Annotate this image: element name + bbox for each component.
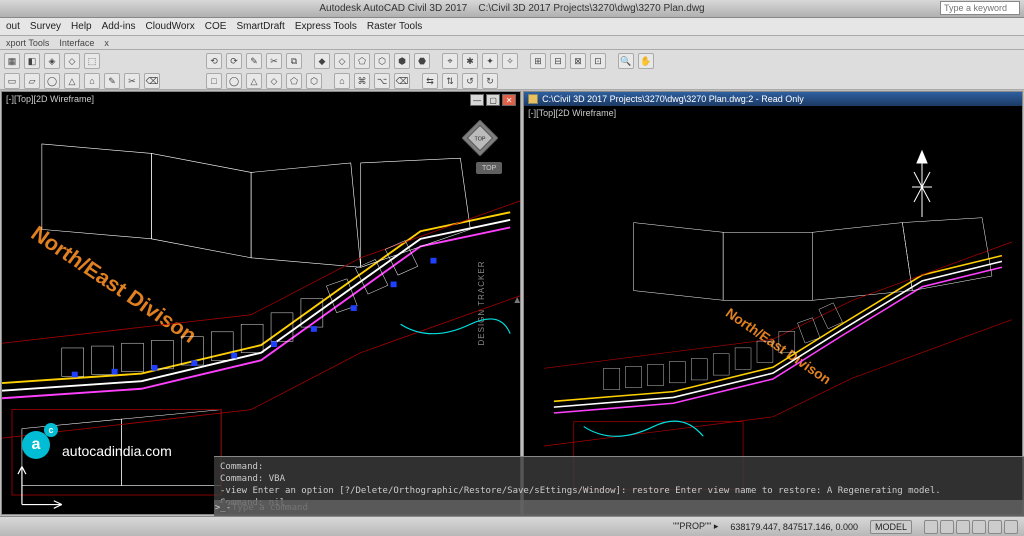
tool-row1-icon[interactable]: ⧉ — [286, 53, 302, 69]
close-button[interactable]: ✕ — [502, 94, 516, 106]
maximize-button[interactable]: ▢ — [486, 94, 500, 106]
tool-generic-b5-icon[interactable]: ⌂ — [84, 73, 100, 89]
tool-row2-icon[interactable]: ⇆ — [422, 73, 438, 89]
tool-generic-a3-icon[interactable]: ◈ — [44, 53, 60, 69]
tool-row2-icon[interactable]: ⌘ — [354, 73, 370, 89]
menu-help[interactable]: Help — [71, 21, 92, 32]
tool-row1-icon[interactable]: ✂ — [266, 53, 282, 69]
tool-row2-icon[interactable]: ↻ — [482, 73, 498, 89]
dwg-file-icon — [528, 94, 538, 104]
status-toggle-icon[interactable] — [940, 520, 954, 534]
status-coordinates: 638179.447, 847517.146, 0.000 — [730, 522, 858, 532]
command-history-line: -view Enter an option [?/Delete/Orthogra… — [220, 485, 1018, 497]
svg-text:North/East Divison: North/East Divison — [27, 221, 202, 347]
tool-row1-icon[interactable]: ◆ — [314, 53, 330, 69]
tool-row2-icon[interactable]: ⬠ — [286, 73, 302, 89]
workspace: — ▢ ✕ [-][Top][2D Wireframe] TOP TOP DES… — [0, 90, 1024, 516]
tool-pan-icon[interactable]: ✋ — [638, 53, 654, 69]
menu-bar: out Survey Help Add-ins CloudWorx COE Sm… — [0, 18, 1024, 36]
subtab-export[interactable]: xport Tools — [6, 38, 49, 48]
tool-row1-icon[interactable]: ⬢ — [394, 53, 410, 69]
menu-out[interactable]: out — [6, 21, 20, 32]
viewport-right[interactable]: C:\Civil 3D 2017 Projects\3270\dwg\3270 … — [523, 91, 1023, 515]
status-prefix: ""PROP"" ▸ — [673, 521, 718, 532]
tool-row2-icon[interactable]: ⌂ — [334, 73, 350, 89]
minimize-button[interactable]: — — [470, 94, 484, 106]
tool-row2-icon[interactable]: ⌫ — [394, 73, 410, 89]
command-input[interactable] — [232, 503, 1020, 513]
tool-generic-b1-icon[interactable]: ▭ — [4, 73, 20, 89]
tool-generic-a2-icon[interactable]: ◧ — [24, 53, 40, 69]
command-history-line: Command: VBA — [220, 473, 1018, 485]
tool-row1-icon[interactable]: ⊡ — [590, 53, 606, 69]
status-toggle-icon[interactable] — [956, 520, 970, 534]
tool-row1-icon[interactable]: ⟳ — [226, 53, 242, 69]
status-bar: ""PROP"" ▸ 638179.447, 847517.146, 0.000… — [0, 516, 1024, 536]
tool-row1-icon[interactable]: ⊞ — [530, 53, 546, 69]
watermark-text: autocadindia.com — [62, 443, 172, 459]
tool-generic-a1-icon[interactable]: ▦ — [4, 53, 20, 69]
tool-generic-a5-icon[interactable]: ⬚ — [84, 53, 100, 69]
menu-cloudworx[interactable]: CloudWorx — [146, 21, 195, 32]
tool-row1-icon[interactable]: ✦ — [482, 53, 498, 69]
sub-tab-bar: xport Tools Interface x — [0, 36, 1024, 50]
tool-row2-icon[interactable]: △ — [246, 73, 262, 89]
tool-row2-icon[interactable]: □ — [206, 73, 222, 89]
tool-row1-icon[interactable]: ⟲ — [206, 53, 222, 69]
tool-generic-b6-icon[interactable]: ✎ — [104, 73, 120, 89]
toolbar-area: ▦ ◧ ◈ ◇ ⬚ ▭ ▱ ◯ △ ⌂ ✎ ✂ ⌫ ⟲ ⟳ ✎ ✂ ⧉ ◆ ◇ … — [0, 50, 1024, 90]
tool-row1-icon[interactable]: ⬡ — [374, 53, 390, 69]
tool-generic-b3-icon[interactable]: ◯ — [44, 73, 60, 89]
tool-row2-icon[interactable]: ⬡ — [306, 73, 322, 89]
menu-survey[interactable]: Survey — [30, 21, 61, 32]
menu-addins[interactable]: Add-ins — [102, 21, 136, 32]
tool-row2-icon[interactable]: ⌥ — [374, 73, 390, 89]
tool-row2-icon[interactable]: ◇ — [266, 73, 282, 89]
tool-generic-b8-icon[interactable]: ⌫ — [144, 73, 160, 89]
status-toggle-icon[interactable] — [972, 520, 986, 534]
tool-generic-a4-icon[interactable]: ◇ — [64, 53, 80, 69]
command-panel[interactable]: Command: Command: VBA -view Enter an opt… — [214, 456, 1024, 516]
keyword-search-input[interactable] — [940, 1, 1020, 15]
command-history-line: Command: — [220, 461, 1018, 473]
viewport-right-titlebar[interactable]: C:\Civil 3D 2017 Projects\3270\dwg\3270 … — [524, 92, 1022, 106]
tool-row1-icon[interactable]: ⌖ — [442, 53, 458, 69]
watermark-logo-icon: a c — [22, 425, 56, 459]
tool-row1-icon[interactable]: ✧ — [502, 53, 518, 69]
title-bar: Autodesk AutoCAD Civil 3D 2017 C:\Civil … — [0, 0, 1024, 18]
command-input-row[interactable]: >_- — [214, 500, 1024, 516]
viewport-left-corner-label[interactable]: [-][Top][2D Wireframe] — [6, 94, 94, 104]
status-toggle-icon[interactable] — [924, 520, 938, 534]
tool-generic-b7-icon[interactable]: ✂ — [124, 73, 140, 89]
tool-zoom-extents-icon[interactable]: 🔍 — [618, 53, 634, 69]
tool-generic-b4-icon[interactable]: △ — [64, 73, 80, 89]
menu-raster[interactable]: Raster Tools — [367, 21, 422, 32]
viewport-right-title: C:\Civil 3D 2017 Projects\3270\dwg\3270 … — [542, 94, 804, 104]
tool-row1-icon[interactable]: ⊠ — [570, 53, 586, 69]
viewport-left[interactable]: — ▢ ✕ [-][Top][2D Wireframe] TOP TOP DES… — [1, 91, 521, 515]
tool-row2-icon[interactable]: ↺ — [462, 73, 478, 89]
watermark: a c autocadindia.com — [22, 425, 172, 459]
tool-row2-icon[interactable]: ◯ — [226, 73, 242, 89]
tool-row2-icon[interactable]: ⇅ — [442, 73, 458, 89]
tool-row1-icon[interactable]: ⬣ — [414, 53, 430, 69]
status-toggle-icon[interactable] — [1004, 520, 1018, 534]
menu-express[interactable]: Express Tools — [295, 21, 357, 32]
status-toggle-icon[interactable] — [988, 520, 1002, 534]
menu-smartdraft[interactable]: SmartDraft — [236, 21, 284, 32]
tool-row1-icon[interactable]: ◇ — [334, 53, 350, 69]
drawing-area-right[interactable]: North/East Divison — [524, 106, 1022, 514]
keyword-search[interactable] — [940, 1, 1020, 15]
subtab-close[interactable]: x — [104, 38, 109, 48]
menu-coe[interactable]: COE — [205, 21, 227, 32]
tool-row1-icon[interactable]: ✎ — [246, 53, 262, 69]
status-model-badge[interactable]: MODEL — [870, 520, 912, 534]
command-prompt-icon: >_- — [218, 503, 228, 513]
app-title: Autodesk AutoCAD Civil 3D 2017 C:\Civil … — [319, 3, 704, 14]
tool-row1-icon[interactable]: ⬠ — [354, 53, 370, 69]
subtab-interface[interactable]: Interface — [59, 38, 94, 48]
tool-row1-icon[interactable]: ⊟ — [550, 53, 566, 69]
tool-generic-b2-icon[interactable]: ▱ — [24, 73, 40, 89]
tool-row1-icon[interactable]: ✱ — [462, 53, 478, 69]
